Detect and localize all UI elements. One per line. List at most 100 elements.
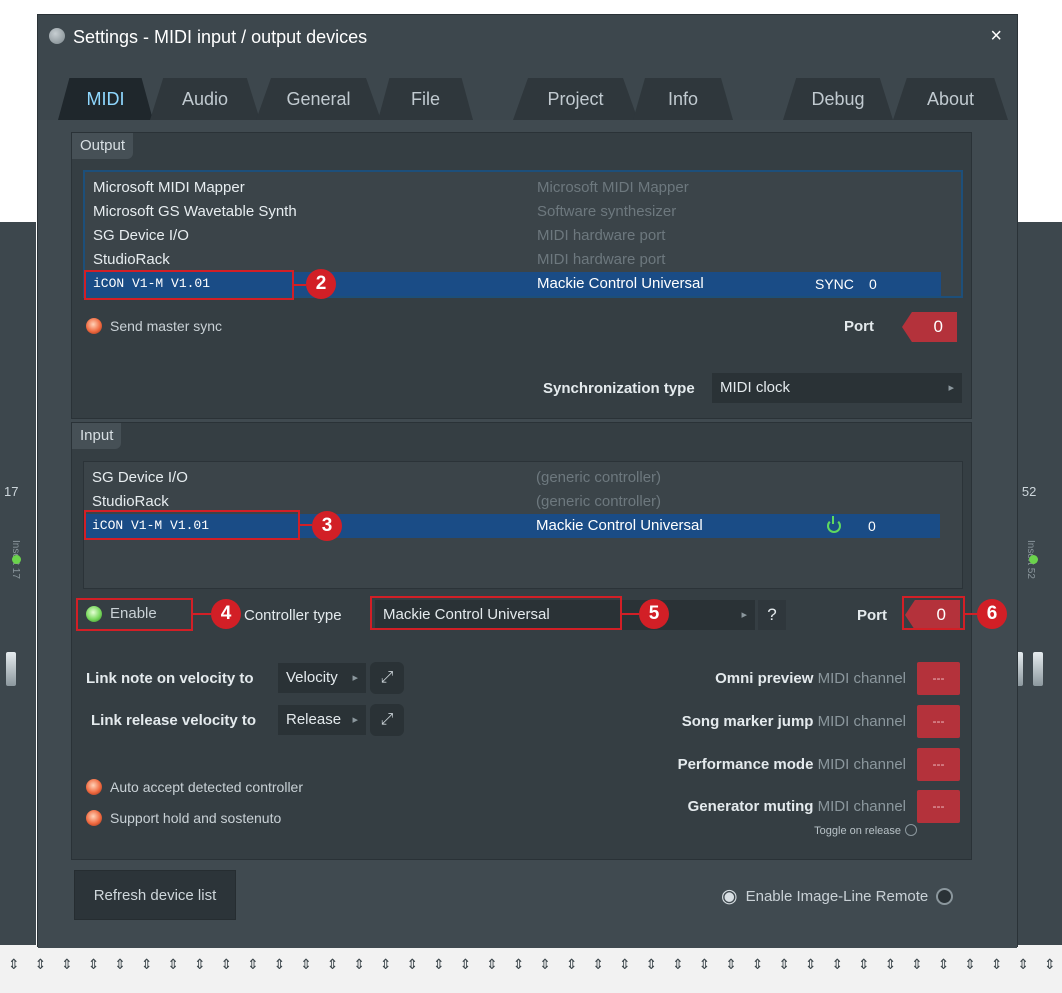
tab-midi[interactable]: MIDI [58,78,153,120]
generator-muting-channel[interactable]: --- [917,790,960,823]
auto-accept-label: Auto accept detected controller [110,779,304,795]
route-arrow-icon[interactable]: ⇕ [8,957,20,971]
route-arrow-icon[interactable]: ⇕ [592,957,604,971]
input-group-title: Input [72,423,122,449]
device-type: (generic controller) [536,493,662,510]
link-note-label: Link note on velocity to [86,670,254,687]
tab-project[interactable]: Project [513,78,638,120]
route-arrow-icon[interactable]: ⇕ [619,957,631,971]
send-master-sync-toggle[interactable]: Send master sync [86,318,222,334]
output-port-label: Port [844,318,874,335]
link-release-select[interactable]: Release ▸ [278,705,366,735]
tab-about[interactable]: About [893,78,1008,120]
route-arrow-icon[interactable]: ⇕ [831,957,843,971]
route-arrow-icon[interactable]: ⇕ [699,957,711,971]
output-device-row[interactable]: SG Device I/O MIDI hardware port [85,224,961,248]
route-arrow-icon[interactable]: ⇕ [406,957,418,971]
callout-box-enable [76,598,193,631]
song-marker-channel[interactable]: --- [917,705,960,738]
output-device-row[interactable]: Microsoft GS Wavetable Synth Software sy… [85,200,961,224]
route-arrow-icon[interactable]: ⇕ [194,957,206,971]
link-note-select[interactable]: Velocity ▸ [278,663,366,693]
link-knob-icon[interactable]: ⤢ [370,704,404,736]
route-arrow-icon[interactable]: ⇕ [247,957,259,971]
enable-remote-toggle[interactable]: ◉ Enable Image-Line Remote [721,885,954,908]
route-arrow-icon[interactable]: ⇕ [885,957,897,971]
route-arrow-icon[interactable]: ⇕ [991,957,1003,971]
performance-mode-channel[interactable]: --- [917,748,960,781]
device-type: MIDI hardware port [537,227,666,244]
route-arrow-icon[interactable]: ⇕ [353,957,365,971]
output-group-title: Output [72,133,134,159]
route-arrow-icon[interactable]: ⇕ [964,957,976,971]
omni-preview-channel[interactable]: --- [917,662,960,695]
window-title: Settings - MIDI input / output devices [73,27,368,47]
route-arrow-icon[interactable]: ⇕ [858,957,870,971]
link-knob-icon[interactable]: ⤢ [370,662,404,694]
route-arrow-icon[interactable]: ⇕ [300,957,312,971]
tab-audio[interactable]: Audio [150,78,260,120]
route-arrow-icon[interactable]: ⇕ [61,957,73,971]
omni-preview-label: Omni preview MIDI channel [715,670,906,687]
power-icon[interactable] [827,516,841,533]
route-arrow-icon[interactable]: ⇕ [35,957,47,971]
mixer-route-icons: ⇕ ⇕ ⇕ ⇕ ⇕ ⇕ ⇕ ⇕ ⇕ ⇕ ⇕ ⇕ ⇕ ⇕ ⇕ ⇕ ⇕ ⇕ ⇕ ⇕ ⇕ ⇕ ⇕ ⇕ ⇕ ⇕ ⇕ ⇕ ⇕ ⇕ ⇕ ⇕ ⇕ ⇕ ⇕ ⇕ ⇕ ⇕ ⇕ ⇕ [2,957,1062,971]
route-arrow-icon[interactable]: ⇕ [1044,957,1056,971]
route-arrow-icon[interactable]: ⇕ [327,957,339,971]
output-device-row[interactable]: Microsoft MIDI Mapper Microsoft MIDI Map… [85,176,961,200]
tab-debug[interactable]: Debug [783,78,893,120]
mixer-fader-handle[interactable] [1033,652,1043,686]
device-name: SG Device I/O [92,469,188,486]
route-arrow-icon[interactable]: ⇕ [513,957,525,971]
route-arrow-icon[interactable]: ⇕ [1017,957,1029,971]
input-device-row[interactable]: SG Device I/O (generic controller) [84,466,962,490]
device-type: Mackie Control Universal [536,517,703,534]
route-arrow-icon[interactable]: ⇕ [114,957,126,971]
output-device-row[interactable]: StudioRack MIDI hardware port [85,248,961,272]
route-arrow-icon[interactable]: ⇕ [778,957,790,971]
led-indicator [86,318,102,334]
device-type: Mackie Control Universal [537,275,704,292]
chevron-right-icon: ▸ [352,714,358,726]
route-arrow-icon[interactable]: ⇕ [911,957,923,971]
route-arrow-icon[interactable]: ⇕ [433,957,445,971]
tab-info[interactable]: Info [633,78,733,120]
route-arrow-icon[interactable]: ⇕ [566,957,578,971]
callout-box-port [902,596,965,630]
support-hold-label: Support hold and sostenuto [110,810,282,826]
help-button[interactable]: ? [758,600,786,630]
route-arrow-icon[interactable]: ⇕ [460,957,472,971]
support-hold-toggle[interactable]: Support hold and sostenuto [86,810,281,826]
route-arrow-icon[interactable]: ⇕ [539,957,551,971]
route-arrow-icon[interactable]: ⇕ [725,957,737,971]
close-button[interactable]: × [990,25,1002,48]
route-arrow-icon[interactable]: ⇕ [938,957,950,971]
tab-general[interactable]: General [256,78,381,120]
refresh-device-list-button[interactable]: Refresh device list [74,870,236,920]
route-arrow-icon[interactable]: ⇕ [88,957,100,971]
route-arrow-icon[interactable]: ⇕ [167,957,179,971]
led-indicator [86,779,102,795]
route-arrow-icon[interactable]: ⇕ [805,957,817,971]
callout-box-input-device [84,510,300,540]
route-arrow-icon[interactable]: ⇕ [672,957,684,971]
tab-file[interactable]: File [378,78,473,120]
auto-accept-toggle[interactable]: Auto accept detected controller [86,779,303,795]
title-bar[interactable]: Settings - MIDI input / output devices × [38,15,1017,59]
route-arrow-icon[interactable]: ⇕ [752,957,764,971]
link-release-value: Release [286,711,342,728]
output-port-field[interactable]: 0 [902,312,957,342]
callout-box-controller-type [370,596,622,630]
toggle-on-release-radio[interactable] [905,824,917,836]
led-indicator [86,810,102,826]
sync-type-select[interactable]: MIDI clock ▸ [712,373,962,403]
route-arrow-icon[interactable]: ⇕ [646,957,658,971]
route-arrow-icon[interactable]: ⇕ [380,957,392,971]
route-arrow-icon[interactable]: ⇕ [221,957,233,971]
callout-line [193,613,211,615]
route-arrow-icon[interactable]: ⇕ [486,957,498,971]
route-arrow-icon[interactable]: ⇕ [274,957,286,971]
mixer-fader-handle[interactable] [6,652,16,686]
route-arrow-icon[interactable]: ⇕ [141,957,153,971]
enable-remote-radio [936,888,954,905]
